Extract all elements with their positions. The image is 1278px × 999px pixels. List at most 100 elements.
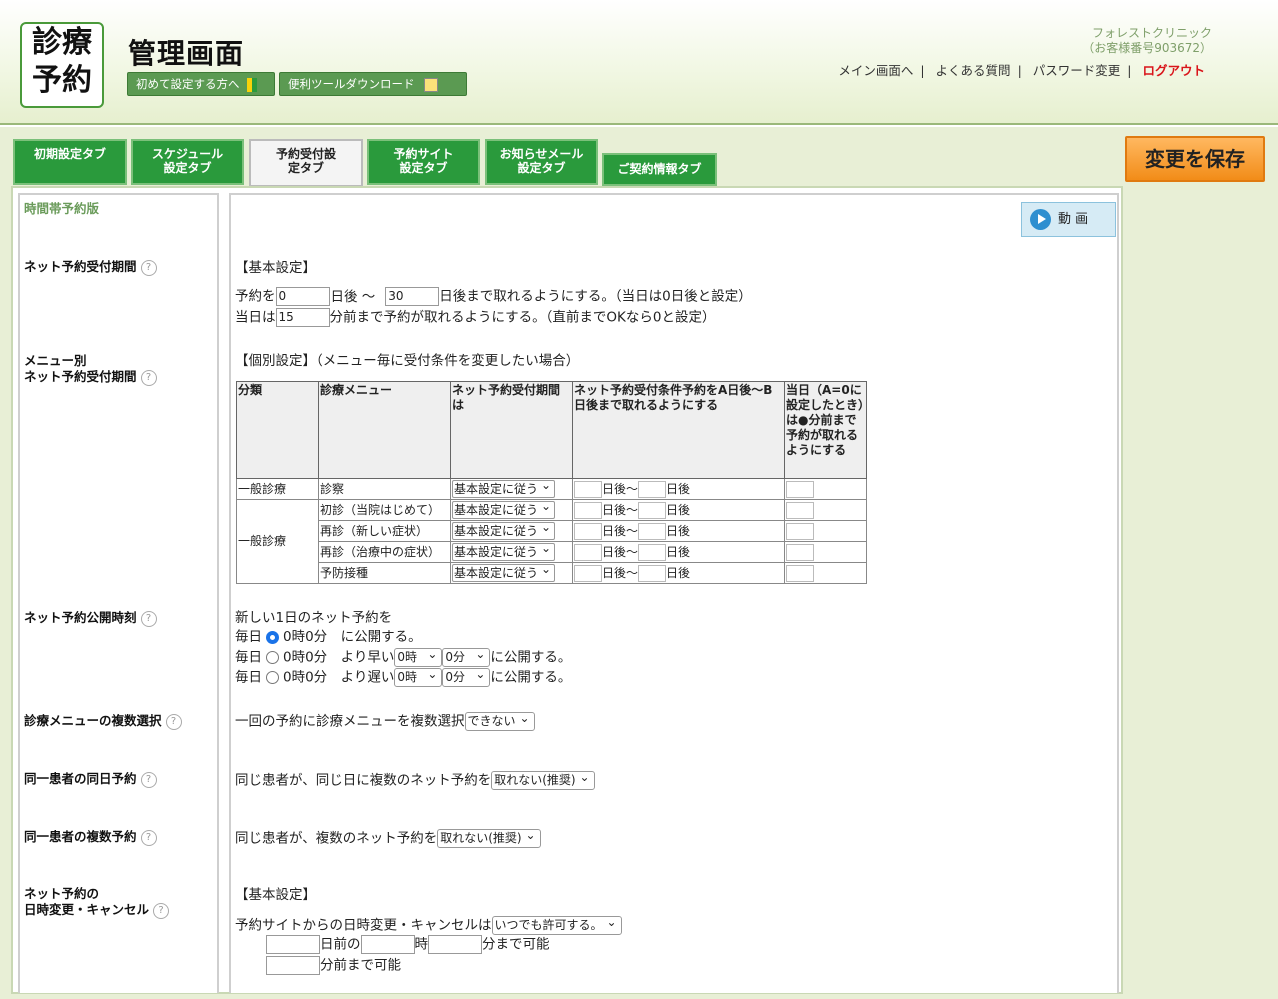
period-select[interactable]: 基本設定に従う — [452, 540, 556, 561]
row-menu: 再診（治療中の症状） — [318, 541, 451, 563]
change-select[interactable]: いつでも許可する。 — [491, 914, 622, 935]
separator: | — [1017, 63, 1022, 78]
change-days-input[interactable] — [266, 935, 320, 954]
day-a-input[interactable] — [574, 480, 602, 498]
individual-heading: 【個別設定】（メニュー毎に受付条件を変更したい場合） — [235, 353, 580, 369]
header: 診療 予約 管理画面 初めて設定する方へ 便利ツールダウンロード フォレストクリ… — [0, 0, 1278, 125]
video-label: 動 画 — [1058, 212, 1089, 227]
publish-radio-later[interactable] — [266, 671, 279, 684]
menu-period-text-1: メニュー別 — [24, 353, 87, 368]
app-logo[interactable]: 診療 予約 — [20, 22, 104, 108]
day-a-input[interactable] — [574, 564, 602, 582]
day-a-input[interactable] — [574, 501, 602, 519]
separator: | — [920, 63, 925, 78]
multi-menu-select[interactable]: できない — [464, 710, 535, 731]
period-select[interactable]: 基本設定に従う — [452, 477, 556, 498]
publish-option-2-text: 0時0分 より早い — [283, 649, 395, 666]
publish-time-label: ネット予約公開時刻? — [24, 610, 157, 627]
tab-contract[interactable]: ご契約情報タブ — [602, 153, 717, 186]
download-icon — [424, 77, 439, 92]
day-b-input[interactable] — [638, 564, 667, 582]
tools-download-button[interactable]: 便利ツールダウンロード — [279, 72, 467, 96]
basic-line-1: 予約を 0 日後 ～ 30 日後まで取れるようにする。（当日は0日後と設定） — [235, 287, 752, 307]
every-day-text: 毎日 — [235, 669, 262, 686]
minutes-input[interactable] — [786, 522, 814, 540]
period-select[interactable]: 基本設定に従う — [452, 519, 556, 540]
change-before-input[interactable] — [266, 956, 320, 975]
tab-mail[interactable]: お知らせメール設定タブ — [485, 139, 598, 185]
publish-time-text: ネット予約公開時刻 — [24, 610, 137, 625]
table-row: 一般診療 診察 基本設定に従う 日後～ 日後 — [236, 477, 867, 500]
period-select[interactable]: 基本設定に従う — [452, 498, 556, 519]
menu-settings-table: 分類 診療メニュー ネット予約受付期間は ネット予約受付条件予約をA日後～B日後… — [236, 381, 867, 584]
link-logout[interactable]: ログアウト — [1142, 63, 1205, 78]
help-icon[interactable]: ? — [140, 610, 157, 627]
tab-site[interactable]: 予約サイト設定タブ — [367, 139, 480, 185]
link-main[interactable]: メイン画面へ — [838, 63, 913, 78]
same-day-label: 同一患者の同日予約? — [24, 771, 157, 788]
day-b-input[interactable] — [638, 501, 667, 519]
help-icon[interactable]: ? — [165, 713, 182, 730]
change-hour-input[interactable] — [360, 935, 415, 954]
publish-radio-exact[interactable] — [266, 630, 279, 644]
help-icon[interactable]: ? — [140, 259, 157, 276]
earlier-minute-select[interactable]: 0分 — [442, 646, 491, 667]
separator: | — [1127, 63, 1132, 78]
minutes-input[interactable] — [786, 501, 814, 519]
minutes-input[interactable] — [786, 543, 814, 561]
minutes-input[interactable] — [786, 480, 814, 498]
help-icon[interactable]: ? — [140, 829, 157, 846]
same-day-select[interactable]: 取れない(推奨) — [491, 769, 595, 790]
day-end-text: 日後 — [666, 565, 691, 580]
every-day-text: 毎日 — [235, 629, 262, 645]
change-before-text: 分前まで可能 — [320, 957, 401, 974]
change-hour-text: 時 — [414, 936, 429, 953]
help-icon[interactable]: ? — [140, 369, 157, 386]
day-after-text: 日後～ — [602, 565, 639, 580]
day-end-text: 日後 — [666, 544, 691, 559]
later-hour-select[interactable]: 0時 — [394, 666, 443, 687]
tab-schedule[interactable]: スケジュール設定タブ — [131, 139, 244, 185]
link-faq[interactable]: よくある質問 — [936, 63, 1011, 78]
col-period: ネット予約受付期間は — [450, 381, 573, 479]
earlier-hour-select[interactable]: 0時 — [394, 646, 443, 667]
help-icon[interactable]: ? — [153, 902, 170, 919]
publish-radio-earlier[interactable] — [266, 651, 279, 664]
days-from-input[interactable]: 0 — [275, 287, 330, 306]
row-menu: 初診（当院はじめて） — [318, 499, 451, 521]
day-b-input[interactable] — [638, 543, 667, 561]
first-setup-button[interactable]: 初めて設定する方へ — [127, 72, 275, 96]
first-setup-label: 初めて設定する方へ — [136, 77, 240, 91]
link-password[interactable]: パスワード変更 — [1033, 63, 1121, 78]
change-days-text: 日前の — [320, 936, 361, 953]
multiple-text: 同一患者の複数予約 — [24, 829, 137, 844]
days-to-input[interactable]: 30 — [385, 287, 440, 306]
minutes-before-input[interactable]: 15 — [275, 308, 330, 327]
save-button[interactable]: 変更を保存 — [1125, 136, 1265, 182]
change-text-2: 日時変更・キャンセル — [24, 902, 150, 917]
tab-reception[interactable]: 予約受付設定タブ — [249, 139, 363, 187]
minutes-input[interactable] — [786, 564, 814, 582]
period-select[interactable]: 基本設定に従う — [452, 561, 556, 582]
video-button[interactable]: 動 画 — [1021, 202, 1116, 237]
day-a-input[interactable] — [574, 543, 602, 561]
multi-menu-label: 診療メニューの複数選択? — [24, 713, 182, 730]
net-period-text: ネット予約受付期間 — [24, 259, 137, 274]
day-b-input[interactable] — [638, 522, 667, 540]
basic-heading: 【基本設定】 — [235, 260, 316, 276]
table-row: 予防接種 基本設定に従う 日後～ 日後 — [237, 561, 867, 584]
basic-l1-c: 日後まで取れるようにする。（当日は0日後と設定） — [439, 288, 752, 305]
tab-initial[interactable]: 初期設定タブ — [13, 139, 127, 185]
help-icon[interactable]: ? — [140, 771, 157, 788]
later-minute-select[interactable]: 0分 — [442, 666, 491, 687]
change-minute-input[interactable] — [428, 935, 482, 954]
logo-text-top: 診療 — [32, 25, 92, 60]
day-b-input[interactable] — [638, 480, 667, 498]
multiple-select[interactable]: 取れない(推奨) — [437, 827, 541, 848]
multiple-desc: 同じ患者が、複数のネット予約を — [235, 830, 438, 847]
day-a-input[interactable] — [574, 522, 602, 540]
change-desc: 予約サイトからの日時変更・キャンセルは — [235, 917, 492, 934]
menu-period-text-2: ネット予約受付期間 — [24, 369, 137, 384]
publish-option-1: 毎日 0時0分 に公開する。 — [235, 628, 422, 647]
same-day-desc: 同じ患者が、同じ日に複数のネット予約を — [235, 772, 492, 789]
